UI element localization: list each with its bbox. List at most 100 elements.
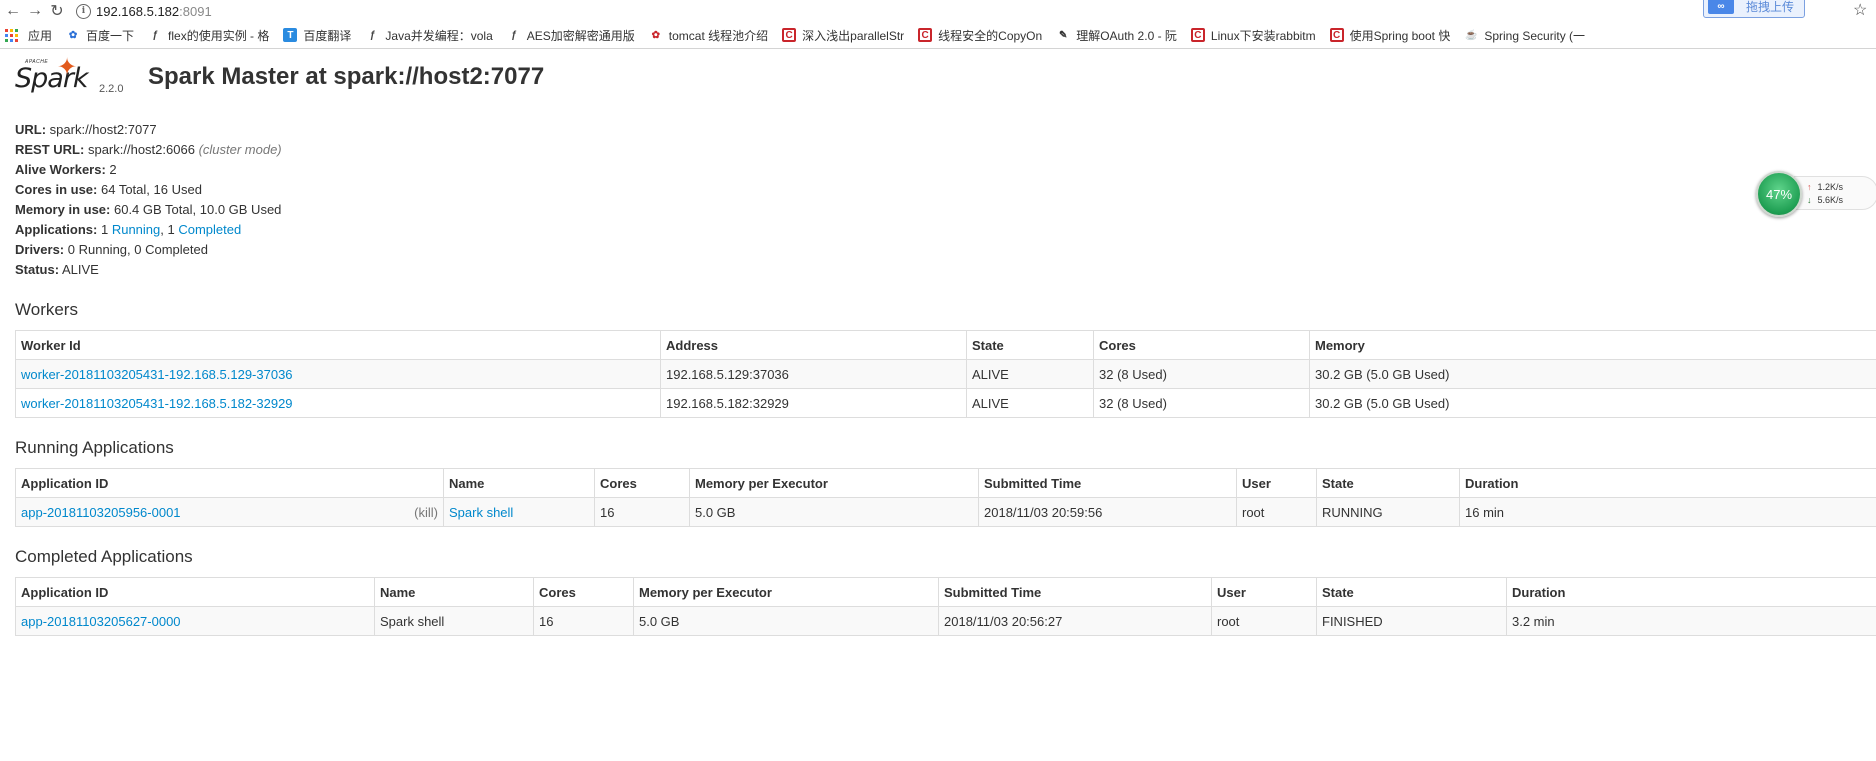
leaf-icon: ƒ [510,29,517,41]
leaf-icon: ƒ [369,29,376,41]
bookmark-label: Spring Security (一 [1484,28,1586,43]
bookmark-aes[interactable]: ƒ AES加密解密通用版 [507,27,635,44]
app-name-link[interactable]: Spark shell [449,505,513,520]
table-row: worker-20181103205431-192.168.5.182-3292… [15,388,1876,418]
bookmark-baidu[interactable]: ✿ 百度一下 [66,27,134,44]
running-count: 1 [100,222,109,237]
table-cell: 16 [594,497,690,527]
table-cell: ALIVE [966,388,1094,418]
column-header[interactable]: State [966,330,1094,360]
bookmark-oauth[interactable]: ✎ 理解OAuth 2.0 - 阮 [1056,27,1177,44]
bookmark-label: 百度一下 [86,28,135,43]
summary-value: spark://host2:6066 [87,142,195,157]
summary-status: Status: ALIVE [15,260,1861,280]
column-header[interactable]: State [1316,577,1507,607]
worker-link[interactable]: worker-20181103205431-192.168.5.129-3703… [21,367,293,382]
table-cell: worker-20181103205431-192.168.5.182-3292… [15,388,661,418]
kill-app-link[interactable]: (kill) [414,505,438,520]
table-cell: root [1211,606,1317,636]
table-cell: ALIVE [966,359,1094,389]
column-header[interactable]: Memory per Executor [633,577,939,607]
column-header[interactable]: User [1211,577,1317,607]
site-info-icon[interactable]: i [76,3,91,19]
app-link[interactable]: app-20181103205627-0000 [21,614,181,629]
summary-label: URL: [15,122,47,137]
bookmark-parallel[interactable]: C 深入浅出parallelStr [782,27,904,44]
bookmark-label: AES加密解密通用版 [526,28,635,43]
column-header[interactable]: Name [443,468,595,498]
column-header[interactable]: Duration [1459,468,1876,498]
bookmark-rabbit[interactable]: C Linux下安装rabbitm [1190,27,1316,44]
url-port: :8091 [179,3,212,19]
column-header[interactable]: Memory [1309,330,1876,360]
completed-count: , 1 [160,222,175,237]
running-apps-heading: Running Applications [15,438,174,457]
back-arrow-icon[interactable]: ← [4,2,22,20]
table-cell: root [1236,497,1317,527]
upload-label: 拖拽上传 [1746,0,1795,14]
column-header[interactable]: Address [660,330,967,360]
column-header[interactable]: Name [374,577,534,607]
app-link[interactable]: app-20181103205956-0001 [21,505,181,520]
column-header[interactable]: Cores [533,577,634,607]
download-speed: ↓ 5.6K/s [1807,195,1843,205]
forward-arrow-icon[interactable]: → [26,2,44,20]
bookmark-label: 深入浅出parallelStr [802,28,905,43]
bookmark-springsec[interactable]: ☕ Spring Security (一 [1464,27,1585,44]
table-cell: worker-20181103205431-192.168.5.129-3703… [15,359,661,389]
column-header[interactable]: Submitted Time [978,468,1237,498]
bookmark-tomcat[interactable]: ✿ tomcat 线程池介绍 [649,27,769,44]
bookmark-label: 应用 [28,28,53,43]
url-host: 192.168.5.182 [96,3,180,19]
column-header[interactable]: State [1316,468,1460,498]
spark-logo[interactable]: APACHE Spark ✦ 2.2.0 [15,54,123,97]
completed-apps-table: Application ID Name Cores Memory per Exe… [15,577,1876,636]
running-apps-table: Application ID Name Cores Memory per Exe… [15,468,1876,527]
bookmark-java[interactable]: ƒ Java并发编程：vola [365,27,493,44]
summary-label: Applications: [15,222,98,237]
reload-icon[interactable]: ↻ [48,2,66,20]
column-header[interactable]: Application ID [15,577,375,607]
column-header[interactable]: Worker Id [15,330,661,360]
table-row: app-20181103205956-0001 (kill) Spark shel… [15,497,1876,527]
table-header-row: Worker Id Address State Cores Memory [15,330,1876,360]
summary-applications: Applications: 1 Running, 1 Completed [15,220,1861,240]
cloud-icon: ∞ [1708,0,1734,14]
column-header[interactable]: Memory per Executor [689,468,979,498]
network-monitor-widget[interactable]: ↑1.2K/s ↓5.6K/s + 47% [1756,171,1876,217]
upload-extension-button[interactable]: ∞ 拖拽上传 [1703,0,1805,18]
bookmark-fanyi[interactable]: T 百度翻译 [283,27,351,44]
worker-link[interactable]: worker-20181103205431-192.168.5.182-3292… [21,396,293,411]
blog-icon: ✎ [1059,29,1068,41]
csdn-icon: C [782,28,797,42]
network-speed-panel: ↑1.2K/s ↓5.6K/s + [1794,176,1876,210]
csdn-icon: C [1329,28,1344,42]
column-header[interactable]: Application ID [15,468,444,498]
memory-usage-gauge[interactable]: 47% [1756,171,1802,217]
summary-cores: Cores in use: 64 Total, 16 Used [15,180,1861,200]
url-input[interactable]: 192.168.5.182:8091 [96,4,212,19]
table-cell: Spark shell [443,497,595,527]
csdn-icon: C [1190,28,1205,42]
apps-grid-icon [5,28,18,42]
bookmark-apps[interactable]: 应用 [0,27,52,44]
column-header[interactable]: Cores [594,468,690,498]
column-header[interactable]: Submitted Time [938,577,1212,607]
completed-apps-link[interactable]: Completed [178,222,241,237]
bookmark-flex[interactable]: ƒ flex的使用实例 - 格 [148,27,269,44]
running-apps-link[interactable]: Running [112,222,160,237]
column-header[interactable]: Cores [1093,330,1310,360]
column-header[interactable]: Duration [1506,577,1876,607]
summary-value: ALIVE [61,262,99,277]
table-row: app-20181103205627-0000 Spark shell 16 5… [15,606,1876,636]
bookmark-label: 理解OAuth 2.0 - 阮 [1076,28,1177,43]
bookmark-springboot[interactable]: C 使用Spring boot 快 [1329,27,1450,44]
bookmark-star-icon[interactable]: ☆ [1853,0,1867,20]
bookmark-copyon[interactable]: C 线程安全的CopyOn [918,27,1042,44]
cluster-mode-hint: (cluster mode) [198,142,282,157]
column-header[interactable]: User [1236,468,1317,498]
csdn-icon: C [918,28,933,42]
summary-label: Cores in use: [15,182,98,197]
summary-label: REST URL: [15,142,85,157]
summary-label: Memory in use: [15,202,111,217]
